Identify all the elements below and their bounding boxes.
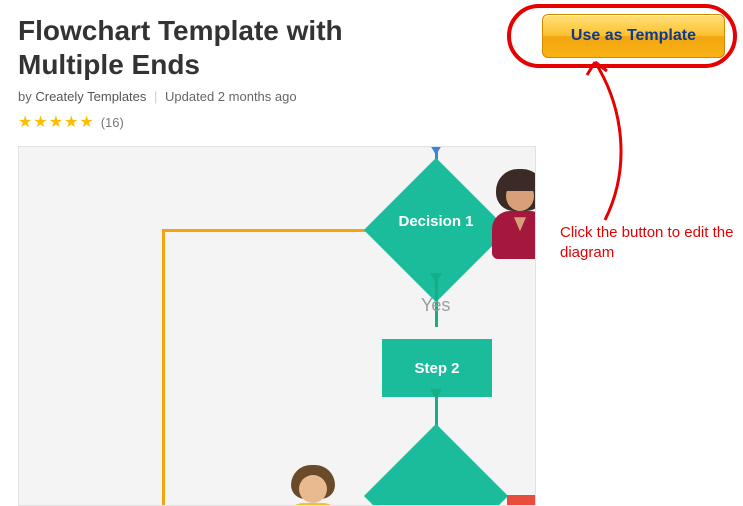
- updated-text: Updated 2 months ago: [165, 89, 297, 104]
- star-rating-icon: ★★★★★: [18, 112, 95, 132]
- annotation-text: Click the button to edit the diagram: [560, 223, 735, 262]
- flow-branch-line: [162, 229, 165, 506]
- meta-separator: |: [154, 89, 157, 104]
- flow-branch-line: [162, 229, 367, 232]
- template-meta: by Creately Templates | Updated 2 months…: [18, 89, 438, 104]
- flow-edge-label-yes: Yes: [421, 295, 450, 316]
- person-avatar-icon: [494, 169, 536, 269]
- flow-partial-shape: [507, 495, 535, 506]
- use-as-template-button[interactable]: Use as Template: [542, 14, 725, 58]
- flow-decision-node[interactable]: [364, 424, 508, 506]
- diagram-canvas[interactable]: Decision 1 Yes Step 2: [18, 146, 536, 506]
- flow-decision-label: Decision 1: [381, 213, 491, 230]
- rating-count: (16): [101, 115, 124, 130]
- flow-step-label: Step 2: [414, 360, 459, 377]
- by-label: by: [18, 89, 32, 104]
- author-name: Creately Templates: [35, 89, 146, 104]
- page-title: Flowchart Template with Multiple Ends: [18, 14, 438, 81]
